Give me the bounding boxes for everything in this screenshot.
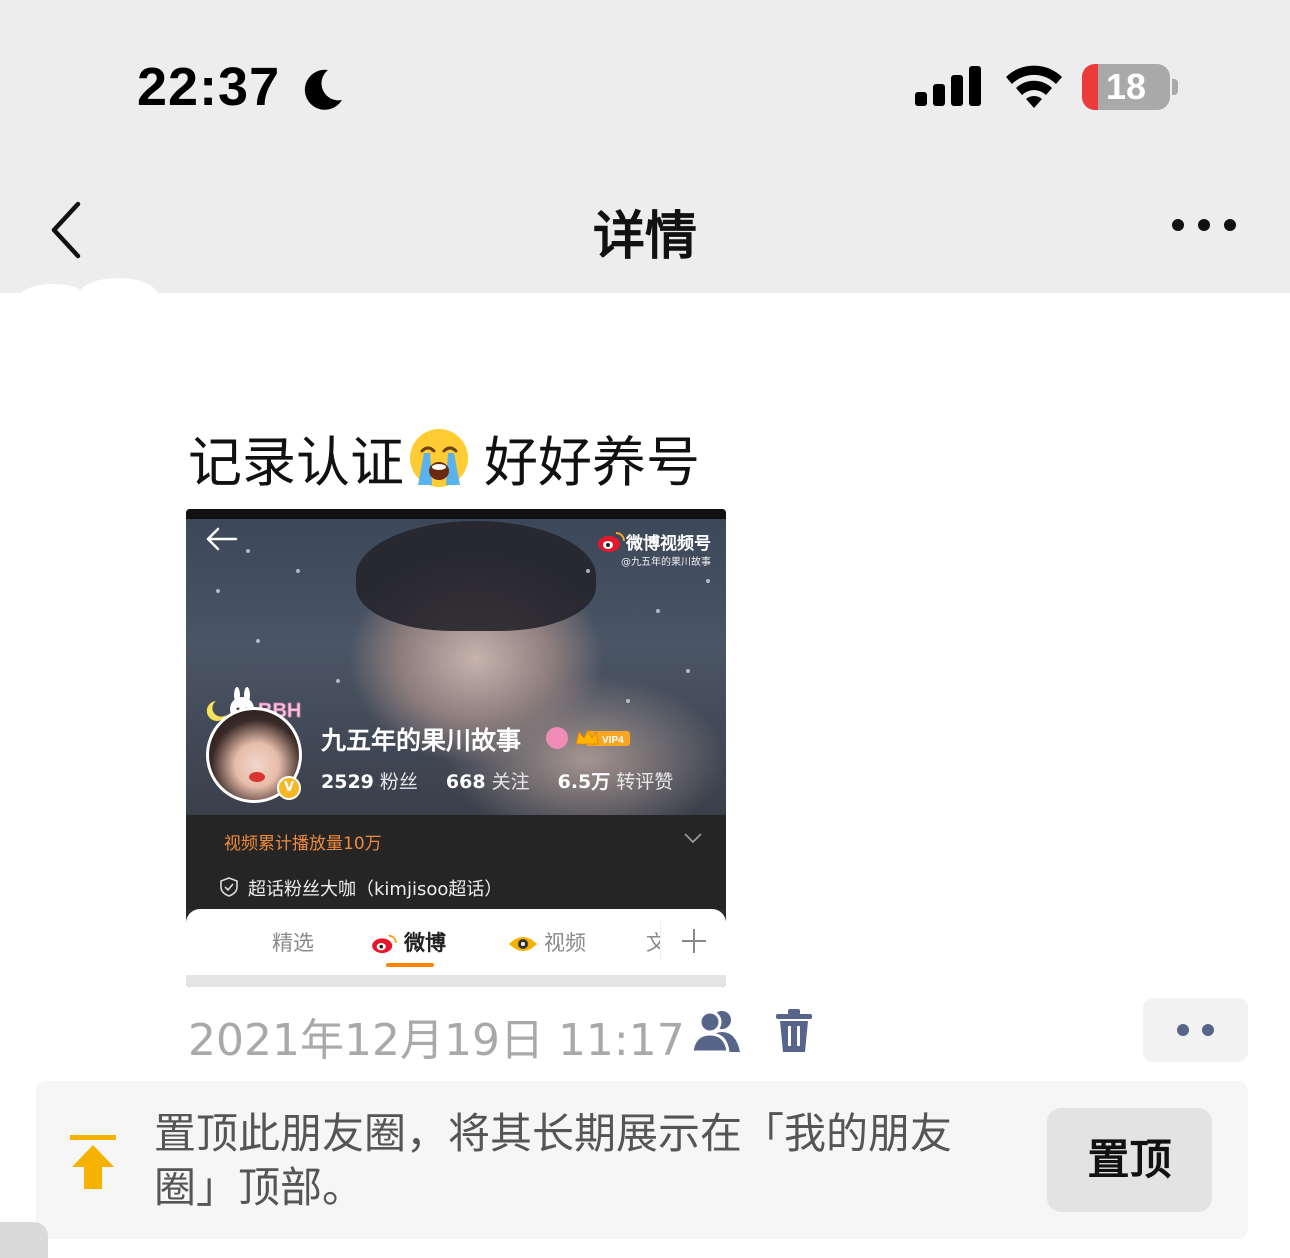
status-bar: 22:37 18 [0,0,1290,170]
status-time: 22:37 [137,57,281,117]
arrow-left-icon [206,527,238,551]
ellipsis-icon[interactable] [1168,210,1240,240]
tab-video: 视频 [508,927,586,957]
trash-icon[interactable] [774,1008,814,1054]
background-artifact [78,278,158,314]
background-artifact [18,284,88,314]
shield-icon [220,877,238,897]
tab-featured: 精选 [272,931,314,955]
profile-name: 九五年的果川故事 [321,726,522,755]
plus-icon [682,929,706,953]
people-icon [690,1010,740,1054]
chevron-down-icon [684,833,702,844]
pin-top-icon [70,1135,116,1189]
stat-fans-value: 2529 [321,771,374,793]
post-text-before: 记录认证 [188,431,404,494]
weibo-logo-icon [598,532,625,552]
stat-following-value: 668 [445,771,486,793]
weibo-logo-icon [372,934,397,954]
page-title: 详情 [592,207,697,267]
floating-handle [0,1222,48,1258]
play-count-text: 视频累计播放量10万 [224,834,382,854]
active-tab-indicator [386,963,434,967]
post-text-after: 好好养号 [484,431,700,494]
watermark-title: 微博视频号 [626,534,711,554]
fan-title-text: 超话粉丝大咖（kimjisoo超话） [248,879,503,900]
post-image[interactable]: 微博视频号 @九五年的果川故事 BBH V 九五年的果川故事 VIP4 2529… [186,509,726,987]
battery-icon: 18 [1082,64,1178,110]
verified-badge-icon: V [277,776,301,800]
post-text: 记录认证 好好养号 [188,418,700,497]
profile-tabs: 精选 微博 视频 文 [186,909,726,975]
fan-title-row: 超话粉丝大咖（kimjisoo超话） [186,861,726,909]
pin-description: 置顶此朋友圈，将其长期展示在「我的朋友圈」顶部。 [154,1109,953,1212]
pink-badge-icon [546,727,568,749]
battery-level-text: 18 [1105,66,1147,107]
stat-interactions-label: 转评赞 [616,771,674,793]
profile-stats: 2529 粉丝 668 关注 6.5万 转评赞 [321,767,673,794]
add-tab-button [660,921,726,961]
nav-bar: 详情 [0,170,1290,293]
stat-interactions-value: 6.5万 [557,771,611,793]
vip-label: VIP4 [602,735,624,746]
stat-fans-label: 粉丝 [379,771,418,793]
more-dots-button[interactable] [1143,998,1248,1062]
play-count-row: 视频累计播放量10万 [186,815,726,861]
crying-face-icon [410,429,468,487]
tab-weibo-label: 微博 [404,931,446,955]
post-timestamp: 2021年12月19日 11:17 [188,1015,685,1066]
vip-badge: VIP4 [576,729,630,746]
watermark-subtitle: @九五年的果川故事 [621,557,711,568]
moon-icon [304,69,342,110]
pin-banner: 置顶此朋友圈，将其长期展示在「我的朋友圈」顶部。 置顶 [36,1081,1248,1239]
signal-icon [915,66,981,106]
video-eye-icon [509,937,537,951]
stat-following-label: 关注 [491,771,530,793]
wifi-icon [1006,65,1062,108]
tab-weibo: 微博 [370,927,446,957]
more-dots-icon [1177,1024,1189,1036]
tab-video-label: 视频 [544,931,586,955]
pin-button[interactable]: 置顶 [1047,1108,1212,1212]
